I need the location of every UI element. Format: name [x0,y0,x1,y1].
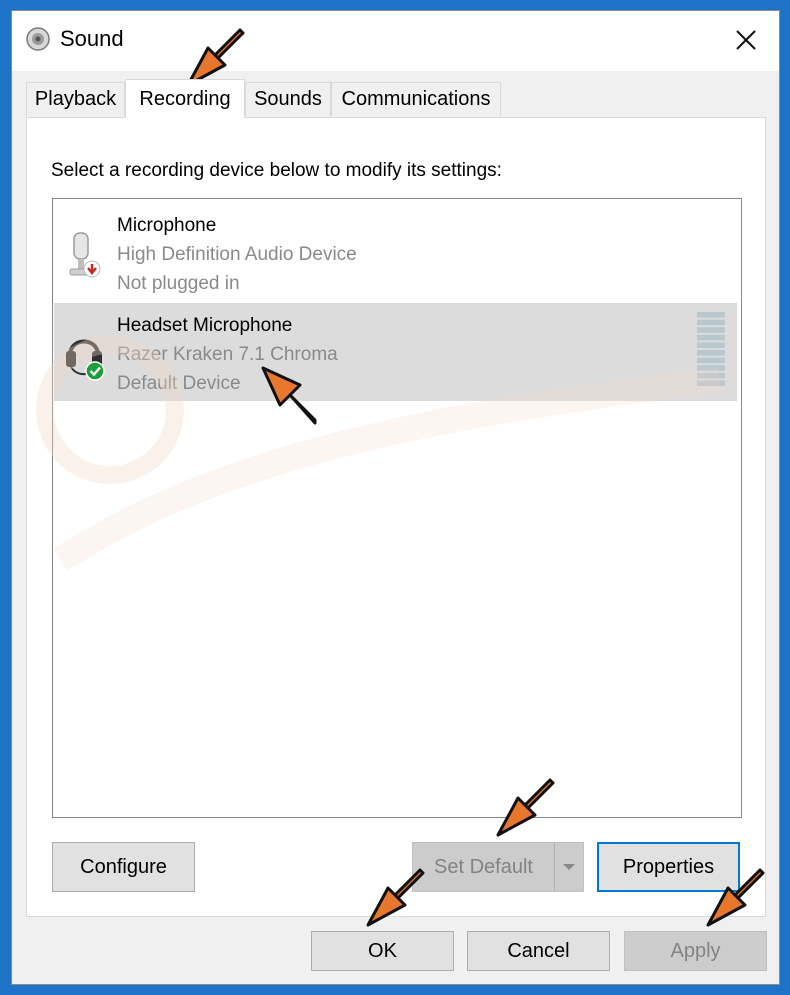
level-meter-segment [697,342,725,348]
level-meter-segment [697,334,725,341]
tab-playback[interactable]: Playback [26,82,125,116]
ok-button[interactable]: OK [311,931,454,971]
apply-button[interactable]: Apply [624,931,767,971]
close-button[interactable] [713,11,779,69]
device-description: High Definition Audio Device [117,244,357,265]
level-meter-segment [697,350,725,356]
title-bar: Sound [12,11,779,71]
level-meter-segment [697,365,725,371]
device-list[interactable]: Microphone High Definition Audio Device … [52,198,742,818]
set-default-dropdown[interactable] [554,842,584,892]
tab-recording[interactable]: Recording [125,79,245,118]
window-title: Sound [60,26,124,51]
chevron-down-icon [563,864,575,870]
speaker-icon [26,27,50,51]
instruction-text: Select a recording device below to modif… [51,160,502,181]
device-name: Headset Microphone [117,315,293,336]
configure-button[interactable]: Configure [52,842,195,892]
device-status: Default Device [117,373,241,394]
level-meter-segment [697,327,725,333]
device-status: Not plugged in [117,273,240,294]
level-meter [697,312,725,388]
cancel-button[interactable]: Cancel [467,931,610,971]
device-name: Microphone [117,215,217,236]
tab-communications[interactable]: Communications [331,82,501,116]
level-meter-segment [697,319,725,326]
headset-default-icon [62,325,112,381]
properties-button[interactable]: Properties [597,842,740,892]
microphone-unplugged-icon [62,225,112,281]
level-meter-segment [697,372,725,379]
recording-panel: Select a recording device below to modif… [26,117,766,917]
device-item-microphone[interactable]: Microphone High Definition Audio Device … [54,203,737,301]
level-meter-segment [697,357,725,364]
set-default-button[interactable]: Set Default [412,842,555,892]
device-item-headset-microphone[interactable]: Headset Microphone Razer Kraken 7.1 Chro… [54,303,737,401]
close-icon [736,30,756,50]
tab-sounds[interactable]: Sounds [245,82,331,116]
sound-dialog: Sound Playback Recording Sounds Communic… [11,10,780,985]
level-meter-segment [697,312,725,318]
device-description: Razer Kraken 7.1 Chroma [117,344,338,365]
level-meter-segment [697,380,725,386]
